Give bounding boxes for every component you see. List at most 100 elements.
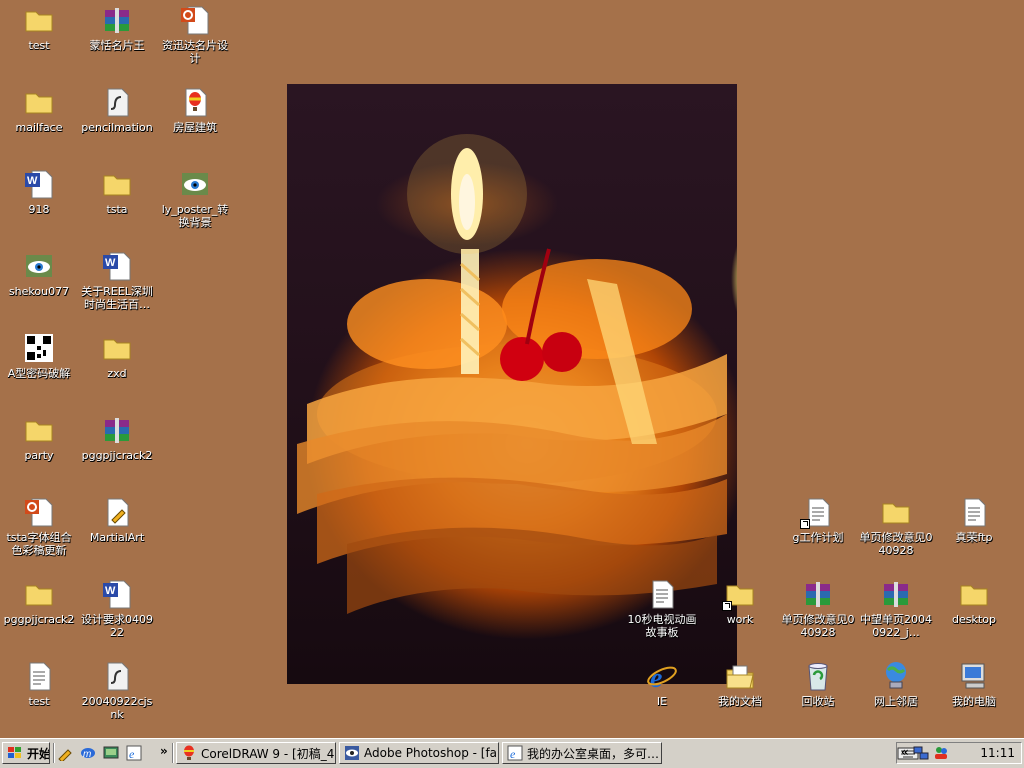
desktop-icon-recycle-bin[interactable]: 回收站 — [779, 660, 857, 708]
taskbar-separator — [53, 743, 55, 763]
desktop-icon-my-computer[interactable]: 我的电脑 — [935, 660, 1013, 708]
word-doc-icon: W — [23, 168, 55, 200]
folder-icon — [101, 168, 133, 200]
word-doc-icon: W — [101, 578, 133, 610]
icon-label: 房屋建筑 — [173, 121, 217, 134]
flash-file-icon — [101, 660, 133, 692]
desktop-icon-tsta[interactable]: tsta — [78, 168, 156, 216]
winrar-archive-icon — [101, 414, 133, 446]
icon-label: 我的电脑 — [952, 695, 996, 708]
icon-label: work — [726, 613, 754, 626]
desktop-icon-reel[interactable]: W 关于REEL深圳时尚生活百… — [78, 250, 156, 311]
icon-label: party — [24, 449, 54, 462]
icon-label: IE — [656, 695, 668, 708]
folder-icon — [23, 578, 55, 610]
desktop-icon-network-places[interactable]: 网上邻居 — [857, 660, 935, 708]
quicklaunch-overflow-chevron[interactable]: » — [160, 744, 168, 758]
task-button-coreldraw[interactable]: CorelDRAW 9 - [初稿_4] — [176, 742, 336, 764]
desktop-icon-work[interactable]: work — [701, 578, 779, 626]
network-globe-icon — [880, 660, 912, 692]
icon-label: pggpjjcrack2 — [81, 449, 153, 462]
icon-label: tsta字体组合色彩稿更新 — [6, 531, 72, 557]
winrar-archive-icon — [101, 4, 133, 36]
start-button[interactable]: 开始 — [2, 742, 50, 764]
desktop-icon-tsta-font[interactable]: tsta字体组合色彩稿更新 — [0, 496, 78, 557]
desktop-icon-design-req[interactable]: W 设计要求040922 — [78, 578, 156, 639]
network-status-icon[interactable] — [913, 745, 929, 764]
icon-label: test — [28, 695, 50, 708]
desktop-icon-shekou077[interactable]: shekou077 — [0, 250, 78, 298]
icon-label: desktop — [952, 613, 996, 626]
quicklaunch-ie-icon[interactable]: e — [126, 745, 142, 761]
desktop-icon-test-folder[interactable]: test — [0, 4, 78, 52]
desktop-icon-mengtian[interactable]: 蒙恬名片王 — [78, 4, 156, 52]
tray-expand-chevron[interactable]: « — [901, 745, 909, 759]
my-documents-folder-icon — [724, 660, 756, 692]
desktop-icon-danye-rar[interactable]: 单页修改意见040928 — [779, 578, 857, 639]
pencil-document-icon — [101, 496, 133, 528]
desktop-icon-918[interactable]: W 918 — [0, 168, 78, 216]
desktop-icon-10s-story[interactable]: 10秒电视动画故事板 — [623, 578, 701, 639]
quicklaunch-show-desktop-icon[interactable] — [103, 745, 119, 761]
desktop-icon-fangwu[interactable]: 房屋建筑 — [156, 86, 234, 134]
desktop-icon-a-password[interactable]: A型密码破解 — [0, 332, 78, 380]
system-tray: « 11:11 — [896, 742, 1022, 764]
svg-text:W: W — [27, 175, 38, 187]
text-file-icon — [646, 578, 678, 610]
task-label: 我的办公室桌面，多可… — [527, 746, 660, 761]
folder-icon — [23, 86, 55, 118]
icon-label: g工作计划 — [792, 531, 844, 544]
desktop-icon-ie[interactable]: e IE — [623, 660, 701, 708]
icon-label: pggpjjcrack2 — [3, 613, 75, 626]
desktop-icon-desktop-folder[interactable]: desktop — [935, 578, 1013, 626]
task-label: CorelDRAW 9 - [初稿_4] — [201, 746, 336, 761]
shortcut-arrow-icon — [722, 601, 732, 611]
photoshop-eye-icon — [344, 745, 360, 761]
folder-icon — [101, 332, 133, 364]
folder-icon — [880, 496, 912, 528]
desktop-icon-pencilmation[interactable]: pencilmation — [78, 86, 156, 134]
desktop-icon-pggpjjcrack2-folder[interactable]: pggpjjcrack2 — [0, 578, 78, 626]
icon-label: mailface — [15, 121, 63, 134]
acdsee-eye-icon — [179, 168, 211, 200]
quicklaunch-maxthon-icon[interactable]: m — [80, 745, 96, 761]
desktop-icon-my-documents[interactable]: 我的文档 — [701, 660, 779, 708]
text-file-icon — [800, 496, 834, 529]
desktop-icon-zhongwang-rar[interactable]: 中望单页20040922_j… — [857, 578, 935, 639]
desktop-icon-ly-poster[interactable]: ly_poster_转换背景 — [156, 168, 234, 229]
desktop-icon-martialart[interactable]: MartialArt — [78, 496, 156, 544]
desktop-icon-zixunda[interactable]: 资迅达名片设计 — [156, 4, 234, 65]
quicklaunch-coreldraw-icon[interactable] — [57, 745, 73, 763]
folder-icon — [23, 4, 55, 36]
taskbar-clock[interactable]: 11:11 — [980, 746, 1015, 760]
recycle-bin-icon — [802, 660, 834, 692]
icon-label: 回收站 — [801, 695, 835, 708]
desktop-icon-danye-folder[interactable]: 单页修改意见040928 — [857, 496, 935, 557]
desktop-icon-test-txt[interactable]: test — [0, 660, 78, 708]
coreldraw-balloon-icon — [179, 86, 211, 118]
task-button-photoshop[interactable]: Adobe Photoshop - [fami… — [339, 742, 499, 764]
icon-label: A型密码破解 — [7, 367, 71, 380]
icon-label: 设计要求040922 — [81, 613, 153, 639]
icon-label: zxd — [107, 367, 127, 380]
icon-label: shekou077 — [8, 285, 70, 298]
desktop-icon-mailface[interactable]: mailface — [0, 86, 78, 134]
computer-monitor-icon — [958, 660, 990, 692]
icon-label: 20040922cjsnk — [81, 695, 153, 721]
icon-label: pencilmation — [81, 121, 153, 134]
powerpoint-doc-icon — [179, 4, 211, 36]
msn-messenger-icon[interactable] — [933, 745, 949, 764]
desktop-icon-work-plan[interactable]: g工作计划 — [779, 496, 857, 544]
icon-label: ly_poster_转换背景 — [161, 203, 229, 229]
folder-icon — [23, 414, 55, 446]
desktop-icon-zhenrong-ftp[interactable]: 真荣ftp — [935, 496, 1013, 544]
svg-text:W: W — [105, 585, 116, 597]
icon-label: 10秒电视动画故事板 — [627, 613, 697, 639]
task-button-browser[interactable]: e 我的办公室桌面，多可… — [502, 742, 662, 764]
desktop-icon-zxd[interactable]: zxd — [78, 332, 156, 380]
desktop-icon-cjsnk[interactable]: 20040922cjsnk — [78, 660, 156, 721]
desktop-icon-party[interactable]: party — [0, 414, 78, 462]
svg-text:m: m — [83, 749, 91, 760]
desktop-icon-pggpjjcrack2-rar[interactable]: pggpjjcrack2 — [78, 414, 156, 462]
start-label: 开始 — [27, 746, 50, 761]
